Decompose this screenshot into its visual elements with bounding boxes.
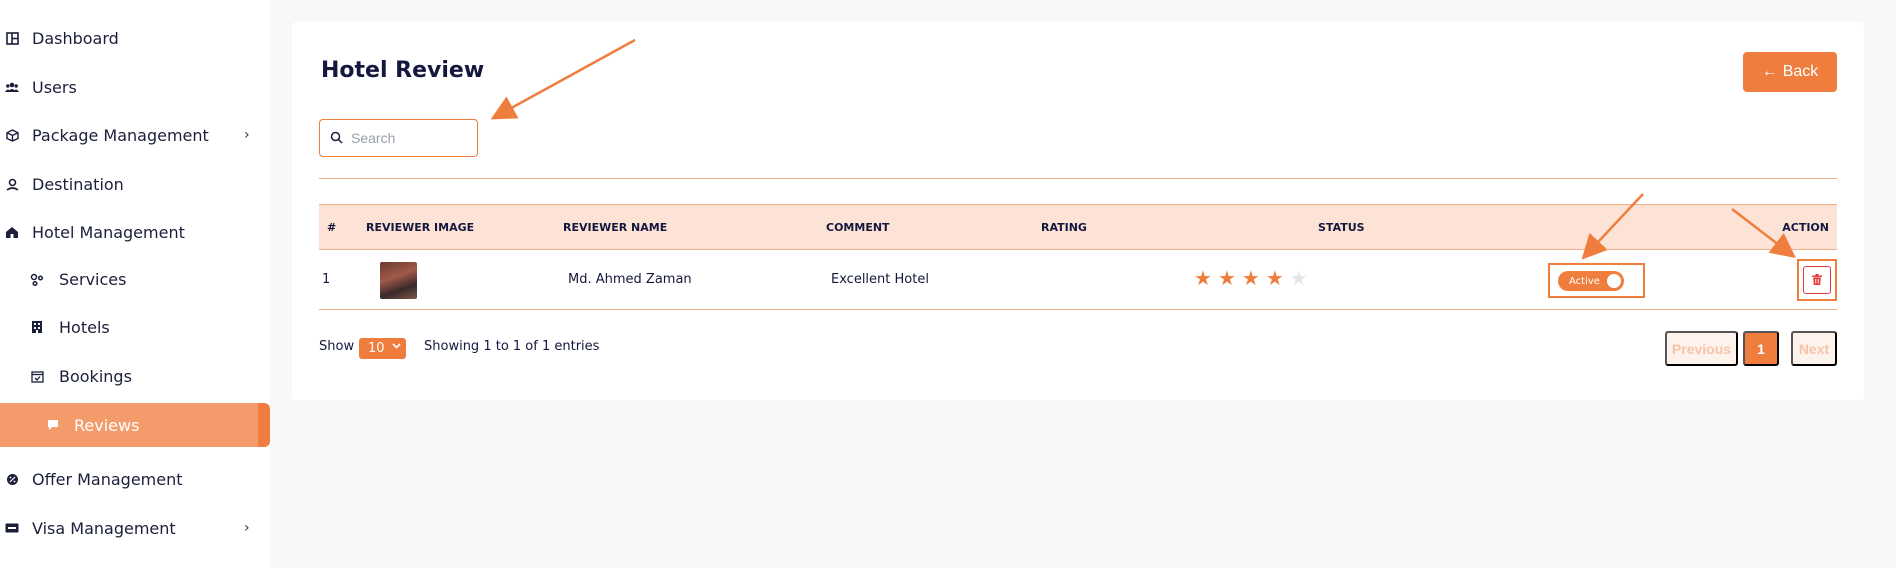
arrow-left-icon: ←	[1761, 63, 1778, 80]
table-row: 1 Md. Ahmed Zaman Excellent Hotel ★ ★ ★ ★ ★ …	[319, 250, 1837, 310]
rating-stars: ★ ★ ★ ★ ★	[1194, 268, 1308, 288]
review-comment: Excellent Hotel	[831, 272, 929, 287]
column-header-index: #	[327, 221, 337, 234]
search-icon	[330, 129, 343, 148]
dashboard-icon	[5, 31, 19, 45]
sidebar-item-destination[interactable]: Destination	[0, 162, 270, 206]
trash-icon	[1812, 273, 1822, 288]
sidebar-item-label: Dashboard	[32, 28, 119, 48]
users-icon	[5, 80, 19, 94]
show-label: Show	[319, 339, 355, 354]
sidebar-item-label: Hotels	[59, 317, 110, 337]
sidebar-item-label: Reviews	[74, 415, 140, 435]
sidebar-item-label: Package Management	[32, 125, 209, 145]
page-1-button[interactable]: 1	[1743, 331, 1779, 366]
sidebar-item-dashboard[interactable]: Dashboard	[0, 16, 270, 60]
star-filled-icon: ★	[1194, 266, 1212, 290]
page-size-select[interactable]: 10	[359, 338, 406, 359]
row-index: 1	[322, 272, 331, 287]
back-button-label: Back	[1782, 63, 1819, 80]
sidebar-item-hotel-management[interactable]: Hotel Management	[0, 210, 270, 254]
sidebar-item-label: Offer Management	[32, 469, 183, 489]
sidebar-item-services[interactable]: Services	[0, 257, 270, 301]
sidebar-item-label: Destination	[32, 174, 124, 194]
sidebar-item-label: Hotel Management	[32, 222, 185, 242]
package-icon	[5, 128, 19, 142]
column-header-status: STATUS	[1318, 221, 1365, 234]
entries-info: Showing 1 to 1 of 1 entries	[424, 339, 600, 354]
delete-button[interactable]	[1803, 266, 1831, 294]
sidebar-item-label: Visa Management	[32, 518, 176, 538]
visa-icon	[5, 521, 19, 535]
building-icon	[30, 320, 44, 334]
status-toggle-label: Active	[1569, 275, 1600, 287]
column-header-comment: COMMENT	[826, 221, 890, 234]
sidebar-item-bookings[interactable]: Bookings	[0, 354, 270, 398]
reviewer-name: Md. Ahmed Zaman	[568, 272, 692, 287]
map-pin-icon	[5, 177, 19, 191]
star-filled-icon: ★	[1265, 266, 1284, 290]
previous-page-button[interactable]: Previous	[1665, 331, 1738, 366]
search-box	[319, 119, 478, 157]
review-card: Hotel Review ← Back # REVIEWER IMAGE REV…	[292, 22, 1864, 400]
sidebar-item-label: Users	[32, 77, 77, 97]
chevron-right-icon: ›	[244, 520, 250, 536]
status-toggle[interactable]: Active	[1558, 271, 1624, 291]
column-header-rating: RATING	[1041, 221, 1087, 234]
sidebar-item-reviews[interactable]: Reviews	[0, 403, 270, 447]
sidebar-item-label: Services	[59, 269, 127, 289]
star-empty-icon: ★	[1289, 266, 1308, 290]
reviewer-avatar	[380, 262, 417, 299]
page-title: Hotel Review	[321, 58, 485, 83]
column-header-reviewer-name: REVIEWER NAME	[563, 221, 668, 234]
table-header: # REVIEWER IMAGE REVIEWER NAME COMMENT R…	[319, 204, 1837, 250]
sidebar: Dashboard Users Package Management › Des…	[0, 0, 270, 568]
sidebar-item-offer-management[interactable]: Offer Management	[0, 457, 270, 501]
search-input[interactable]	[351, 130, 461, 146]
offer-icon	[5, 472, 19, 486]
star-filled-icon: ★	[1217, 266, 1236, 290]
services-icon	[30, 272, 44, 286]
divider	[319, 178, 1837, 179]
comment-icon	[46, 418, 60, 432]
sidebar-item-users[interactable]: Users	[0, 65, 270, 109]
calendar-check-icon	[30, 369, 44, 383]
sidebar-item-package-management[interactable]: Package Management ›	[0, 113, 270, 157]
column-header-reviewer-image: REVIEWER IMAGE	[366, 221, 475, 234]
chevron-down-icon	[392, 341, 401, 353]
column-header-action: ACTION	[1782, 221, 1829, 234]
chevron-right-icon: ›	[244, 127, 250, 143]
sidebar-item-hotels[interactable]: Hotels	[0, 305, 270, 349]
page-size-value: 10	[368, 341, 385, 356]
sidebar-item-visa-management[interactable]: Visa Management ›	[0, 506, 270, 550]
star-filled-icon: ★	[1241, 266, 1260, 290]
back-button[interactable]: ← Back	[1743, 52, 1837, 92]
next-page-button[interactable]: Next	[1791, 331, 1837, 366]
hotel-icon	[5, 225, 19, 239]
toggle-knob	[1607, 274, 1621, 288]
sidebar-item-label: Bookings	[59, 366, 132, 386]
